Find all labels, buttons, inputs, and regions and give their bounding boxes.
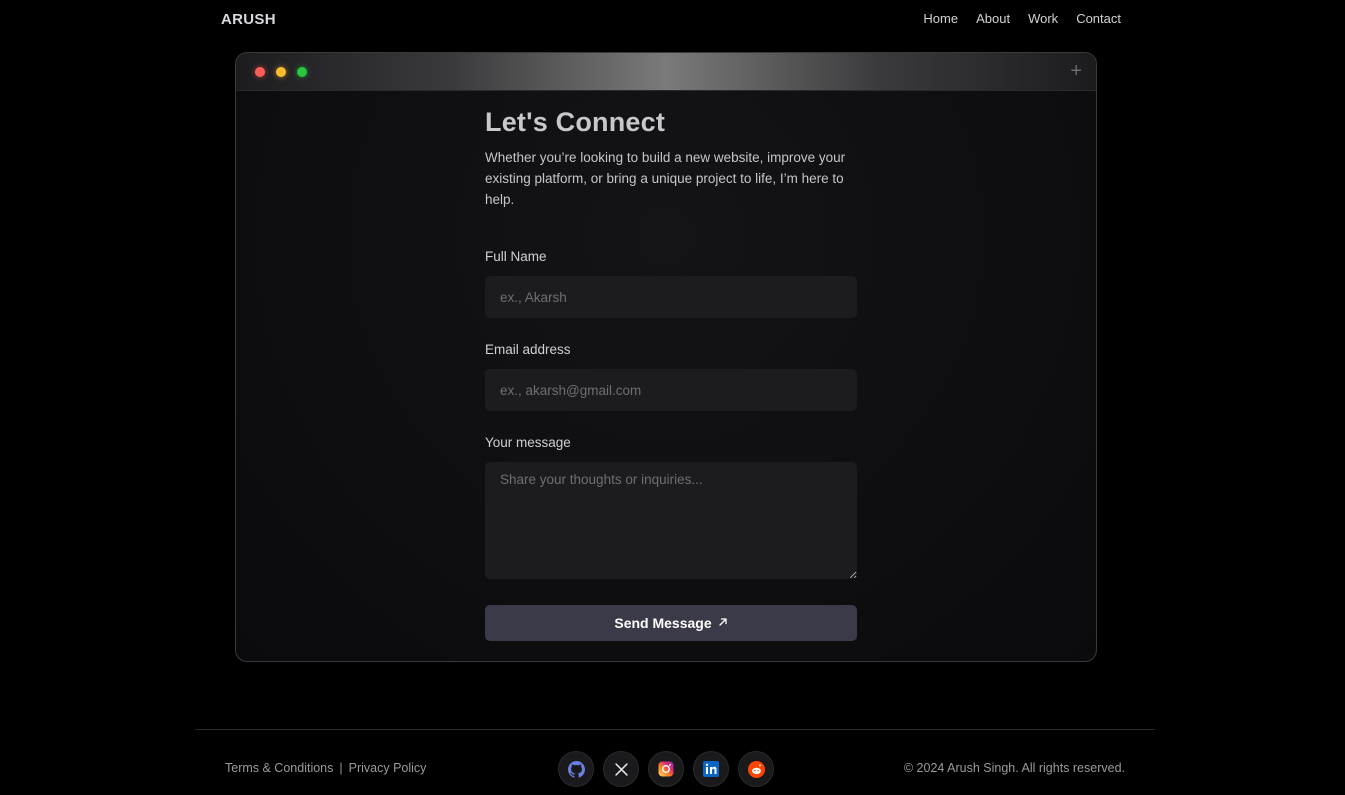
page-title: Let's Connect <box>485 107 666 137</box>
send-message-label: Send Message <box>614 615 712 631</box>
social-links <box>558 751 774 787</box>
plus-icon: + <box>1070 60 1082 82</box>
arrow-up-right-icon <box>718 616 728 630</box>
email-input[interactable] <box>485 369 857 411</box>
contact-window: + Let's Connect Whether you’re looking t… <box>235 52 1097 662</box>
full-name-label: Full Name <box>485 249 547 264</box>
message-label: Your message <box>485 435 571 450</box>
reddit-icon[interactable] <box>738 751 774 787</box>
window-titlebar: + <box>236 53 1096 91</box>
nav-work[interactable]: Work <box>1028 11 1058 26</box>
message-textarea[interactable] <box>485 462 857 579</box>
main-nav: Home About Work Contact <box>923 11 1121 26</box>
send-message-button[interactable]: Send Message <box>485 605 857 641</box>
github-icon[interactable] <box>558 751 594 787</box>
close-dot-icon <box>255 67 265 77</box>
nav-home[interactable]: Home <box>923 11 958 26</box>
maximize-dot-icon <box>297 67 307 77</box>
email-label: Email address <box>485 342 571 357</box>
legal-links: Terms & Conditions | Privacy Policy <box>225 761 426 775</box>
linkedin-icon[interactable] <box>693 751 729 787</box>
terms-link[interactable]: Terms & Conditions <box>225 761 333 775</box>
privacy-link[interactable]: Privacy Policy <box>349 761 427 775</box>
copyright-text: © 2024 Arush Singh. All rights reserved. <box>903 761 1125 775</box>
contact-form: Let's Connect Whether you’re looking to … <box>485 107 858 641</box>
footer-divider <box>195 729 1155 730</box>
x-icon[interactable] <box>603 751 639 787</box>
full-name-input[interactable] <box>485 276 857 318</box>
instagram-icon[interactable] <box>648 751 684 787</box>
nav-about[interactable]: About <box>976 11 1010 26</box>
intro-text: Whether you’re looking to build a new we… <box>485 150 846 207</box>
site-logo[interactable]: ARUSH <box>221 11 276 28</box>
legal-separator: | <box>339 761 343 775</box>
minimize-dot-icon <box>276 67 286 77</box>
nav-contact[interactable]: Contact <box>1076 11 1121 26</box>
